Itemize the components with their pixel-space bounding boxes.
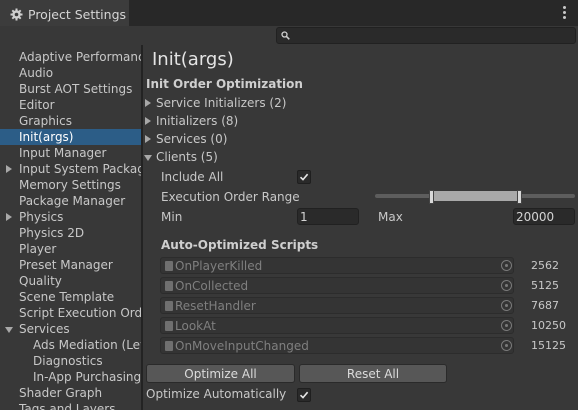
expand-arrow-icon[interactable] — [6, 165, 12, 173]
max-label: Max — [378, 210, 403, 224]
script-field[interactable]: OnMoveInputChanged — [160, 337, 514, 354]
sidebar-item-quality[interactable]: Quality — [0, 273, 141, 289]
tab-title: Project Settings — [28, 6, 127, 22]
sidebar-item-input-system-package[interactable]: Input System Package — [0, 161, 141, 177]
sidebar-item-physics-2d[interactable]: Physics 2D — [0, 225, 141, 241]
sidebar-item-package-manager[interactable]: Package Manager — [0, 193, 141, 209]
min-label: Min — [161, 210, 183, 224]
settings-sidebar: Adaptive Performance Audio Burst AOT Set… — [0, 45, 141, 410]
sidebar-item-player[interactable]: Player — [0, 241, 141, 257]
script-order-value: 10250 — [531, 319, 566, 332]
object-picker-icon[interactable] — [501, 300, 512, 311]
expand-arrow-icon — [145, 117, 151, 125]
sidebar-item-adaptive-performance[interactable]: Adaptive Performance — [0, 49, 141, 65]
script-order-value: 5125 — [531, 279, 559, 292]
range-max-handle[interactable] — [517, 190, 522, 204]
search-icon — [281, 31, 290, 40]
sidebar-item-editor[interactable]: Editor — [0, 97, 141, 113]
sidebar-item-services[interactable]: Services — [0, 321, 141, 337]
expand-arrow-icon[interactable] — [6, 213, 12, 221]
settings-panel: Init(args) Init Order Optimization Servi… — [143, 45, 578, 410]
sidebar-item-audio[interactable]: Audio — [0, 65, 141, 81]
project-settings-tab[interactable]: Project Settings — [0, 0, 129, 28]
execution-order-range-fill[interactable] — [430, 191, 522, 201]
optimize-automatically-label: Optimize Automatically — [146, 387, 287, 401]
include-all-checkbox[interactable] — [297, 170, 311, 184]
include-all-label: Include All — [161, 170, 224, 184]
sidebar-item-burst-aot-settings[interactable]: Burst AOT Settings — [0, 81, 141, 97]
sidebar-item-graphics[interactable]: Graphics — [0, 113, 141, 129]
expand-arrow-icon — [145, 99, 151, 107]
optimize-all-button[interactable]: Optimize All — [146, 364, 295, 383]
sidebar-item-tags-and-layers[interactable]: Tags and Layers — [0, 401, 141, 410]
sidebar-item-preset-manager[interactable]: Preset Manager — [0, 257, 141, 273]
collapse-arrow-icon[interactable] — [5, 327, 13, 333]
more-options-icon[interactable] — [563, 6, 567, 20]
sidebar-item-in-app-purchasing[interactable]: In-App Purchasing — [0, 369, 141, 385]
sidebar-item-script-execution-order[interactable]: Script Execution Order — [0, 305, 141, 321]
page-title: Init(args) — [152, 49, 234, 70]
checkmark-icon — [299, 173, 309, 181]
script-field[interactable]: OnCollected — [160, 277, 514, 294]
script-icon — [165, 321, 173, 331]
execution-order-range-label: Execution Order Range — [161, 190, 300, 204]
sidebar-item-memory-settings[interactable]: Memory Settings — [0, 177, 141, 193]
sidebar-item-shader-graph[interactable]: Shader Graph — [0, 385, 141, 401]
script-order-value: 2562 — [531, 259, 559, 272]
gear-icon — [10, 8, 23, 21]
script-field[interactable]: LookAt — [160, 317, 514, 334]
sidebar-item-input-manager[interactable]: Input Manager — [0, 145, 141, 161]
script-icon — [165, 281, 173, 291]
script-field[interactable]: OnPlayerKilled — [160, 257, 514, 274]
scripts-header: Auto-Optimized Scripts — [161, 238, 319, 252]
collapse-arrow-icon — [144, 155, 152, 161]
sidebar-item-ads-mediation[interactable]: Ads Mediation (Levelplay) — [0, 337, 141, 353]
script-order-value: 15125 — [531, 339, 566, 352]
sidebar-item-scene-template[interactable]: Scene Template — [0, 289, 141, 305]
sidebar-item-init-args[interactable]: Init(args) — [0, 129, 141, 145]
object-picker-icon[interactable] — [501, 260, 512, 271]
expand-arrow-icon — [145, 135, 151, 143]
optimize-automatically-checkbox[interactable] — [297, 388, 311, 402]
script-icon — [165, 261, 173, 271]
sidebar-item-physics[interactable]: Physics — [0, 209, 141, 225]
script-order-value: 7687 — [531, 299, 559, 312]
script-field[interactable]: ResetHandler — [160, 297, 514, 314]
script-icon — [165, 301, 173, 311]
checkmark-icon — [299, 391, 309, 399]
object-picker-icon[interactable] — [501, 340, 512, 351]
search-input[interactable] — [276, 27, 576, 44]
sidebar-item-diagnostics[interactable]: Diagnostics — [0, 353, 141, 369]
script-icon — [165, 341, 173, 351]
range-min-handle[interactable] — [429, 190, 434, 204]
object-picker-icon[interactable] — [501, 280, 512, 291]
reset-all-button[interactable]: Reset All — [299, 364, 447, 383]
max-field[interactable]: 20000 — [513, 208, 575, 225]
section-header: Init Order Optimization — [146, 77, 303, 91]
object-picker-icon[interactable] — [501, 320, 512, 331]
min-field[interactable]: 1 — [297, 208, 359, 225]
